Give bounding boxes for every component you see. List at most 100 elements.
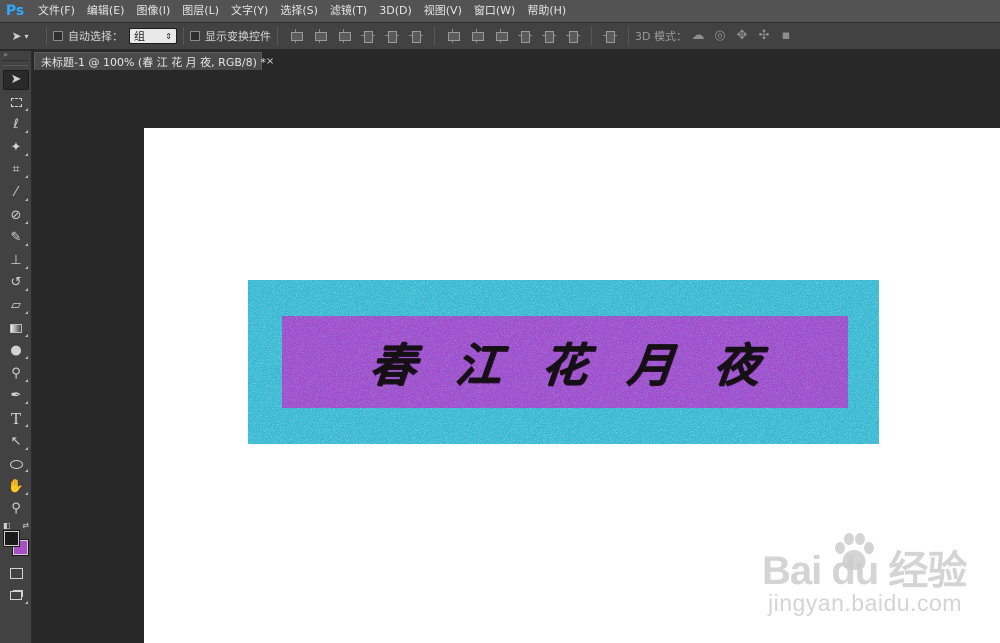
chevron-down-icon: ▾ xyxy=(24,31,29,41)
menu-image[interactable]: 图像(I) xyxy=(130,0,176,22)
stamp-icon: ⊥ xyxy=(10,252,22,268)
collapse-icon[interactable]: » xyxy=(0,51,31,59)
path-selection-tool[interactable]: ↖ xyxy=(3,432,29,452)
auto-select-dropdown[interactable]: 组 ⇕ xyxy=(129,28,177,44)
menu-filter[interactable]: 滤镜(T) xyxy=(324,0,373,22)
crop-tool[interactable]: ⌗ xyxy=(3,160,29,180)
menu-file[interactable]: 文件(F) xyxy=(38,0,81,22)
3d-roll-icon[interactable]: ◎ xyxy=(712,28,728,44)
healing-brush-tool[interactable]: ⊘ xyxy=(3,206,29,226)
divider xyxy=(591,27,592,45)
auto-select-label: 自动选择： xyxy=(68,30,123,43)
menu-type[interactable]: 文字(Y) xyxy=(225,0,274,22)
divider xyxy=(628,27,629,45)
clone-stamp-tool[interactable]: ⊥ xyxy=(3,251,29,271)
brush-icon: ✎ xyxy=(10,230,22,246)
banner-panel: 春 江 花 月 夜 xyxy=(282,316,848,408)
eyedropper-tool[interactable]: ⁄ xyxy=(3,183,29,203)
tool-preset-picker[interactable]: ➤ ▾ xyxy=(0,23,40,49)
ps-logo: Ps xyxy=(5,3,25,19)
distribute-right-icon[interactable] xyxy=(565,28,581,44)
watermark-url: jingyan.baidu.com xyxy=(768,590,962,616)
eraser-tool[interactable]: ▱ xyxy=(3,296,29,316)
options-bar: ➤ ▾ 自动选择： 组 ⇕ 显示变换控件 3D 模式： ☁ ◎ ✥ ✣ ▪ xyxy=(0,22,1000,50)
marquee-icon xyxy=(10,98,22,108)
menu-window[interactable]: 窗口(W) xyxy=(468,0,521,22)
menu-select[interactable]: 选择(S) xyxy=(274,0,324,22)
align-left-icon[interactable] xyxy=(360,28,376,44)
3d-mode-label: 3D 模式： xyxy=(635,30,687,43)
distribute-left-icon[interactable] xyxy=(517,28,533,44)
quick-mask-button[interactable] xyxy=(3,563,29,583)
title-char: 春 xyxy=(366,338,419,392)
move-tool[interactable]: ➤ xyxy=(3,70,29,90)
align-top-icon[interactable] xyxy=(288,28,304,44)
crop-icon: ⌗ xyxy=(12,162,20,178)
menu-bar: Ps 文件(F) 编辑(E) 图像(I) 图层(L) 文字(Y) 选择(S) 滤… xyxy=(0,0,1000,22)
magnifier-icon: ⚲ xyxy=(11,501,21,517)
divider xyxy=(46,27,47,45)
quick-mask-icon xyxy=(9,567,23,579)
menu-view[interactable]: 视图(V) xyxy=(418,0,468,22)
menu-edit[interactable]: 编辑(E) xyxy=(81,0,131,22)
shape-tool[interactable] xyxy=(3,454,29,474)
magic-wand-tool[interactable]: ✦ xyxy=(3,138,29,158)
history-brush-tool[interactable]: ↺ xyxy=(3,273,29,293)
banner-frame[interactable]: 春 江 花 月 夜 xyxy=(248,280,879,444)
3d-scale-icon[interactable]: ▪ xyxy=(778,28,794,44)
3d-rotate-icon[interactable]: ☁ xyxy=(690,28,706,44)
auto-select-checkbox[interactable] xyxy=(53,31,63,41)
dodge-tool[interactable]: ⚲ xyxy=(3,364,29,384)
distribute-hcenter-icon[interactable] xyxy=(541,28,557,44)
tools-panel: » ➤ ℓ ✦ ⌗ ⁄ ⊘ ✎ ⊥ ↺ ▱ ● ⚲ ✒ T ↖ ✋ ⚲ ◧ ⇄ xyxy=(0,51,32,643)
default-colors-icon[interactable]: ◧ xyxy=(3,521,11,530)
eraser-icon: ▱ xyxy=(11,297,21,313)
hand-tool[interactable]: ✋ xyxy=(3,477,29,497)
3d-slide-icon[interactable]: ✣ xyxy=(756,28,772,44)
lasso-tool[interactable]: ℓ xyxy=(3,115,29,135)
photoshop-window: Ps 文件(F) 编辑(E) 图像(I) 图层(L) 文字(Y) 选择(S) 滤… xyxy=(0,0,1000,643)
align-bottom-icon[interactable] xyxy=(336,28,352,44)
menu-items: 文件(F) 编辑(E) 图像(I) 图层(L) 文字(Y) 选择(S) 滤镜(T… xyxy=(38,0,572,22)
divider xyxy=(434,27,435,45)
screen-mode-button[interactable] xyxy=(3,586,29,606)
menu-help[interactable]: 帮助(H) xyxy=(521,0,572,22)
zoom-tool[interactable]: ⚲ xyxy=(3,499,29,519)
menu-3d[interactable]: 3D(D) xyxy=(373,0,418,22)
move-icon: ➤ xyxy=(11,29,22,43)
banner-title: 春 江 花 月 夜 xyxy=(366,329,763,395)
document-tab[interactable]: 未标题-1 @ 100% (春 江 花 月 夜, RGB/8) * × xyxy=(34,52,274,70)
type-tool[interactable]: T xyxy=(3,409,29,429)
align-vcenter-icon[interactable] xyxy=(312,28,328,44)
3d-drag-icon[interactable]: ✥ xyxy=(734,28,750,44)
marquee-tool[interactable] xyxy=(3,93,29,113)
hand-icon: ✋ xyxy=(7,478,25,494)
document-tab-title: 未标题-1 @ 100% (春 江 花 月 夜, RGB/8) * xyxy=(41,55,266,69)
align-hcenter-icon[interactable] xyxy=(384,28,400,44)
foreground-color-swatch[interactable] xyxy=(3,530,20,548)
title-char: 花 xyxy=(538,338,591,392)
brush-tool[interactable]: ✎ xyxy=(3,228,29,248)
menu-layer[interactable]: 图层(L) xyxy=(176,0,225,22)
distribute-bottom-icon[interactable] xyxy=(493,28,509,44)
auto-align-layers-icon[interactable] xyxy=(602,28,618,44)
pen-icon: ✒ xyxy=(10,388,22,404)
blur-tool[interactable]: ● xyxy=(3,341,29,361)
align-right-icon[interactable] xyxy=(408,28,424,44)
pen-tool[interactable]: ✒ xyxy=(3,386,29,406)
color-swatches: ◧ ⇄ xyxy=(3,521,29,563)
eyedropper-icon: ⁄ xyxy=(14,184,18,200)
distribute-top-icon[interactable] xyxy=(445,28,461,44)
gradient-tool[interactable] xyxy=(3,319,29,339)
updown-icon: ⇕ xyxy=(165,31,172,41)
show-transform-checkbox[interactable] xyxy=(190,31,200,41)
title-char: 夜 xyxy=(710,338,763,392)
history-brush-icon: ↺ xyxy=(10,275,22,291)
distribute-vcenter-icon[interactable] xyxy=(469,28,485,44)
close-icon[interactable]: × xyxy=(266,56,274,67)
title-char: 江 xyxy=(452,338,505,392)
type-icon: T xyxy=(10,409,21,428)
lasso-icon: ℓ xyxy=(13,117,19,133)
swap-colors-icon[interactable]: ⇄ xyxy=(22,521,29,530)
panel-drag-handle[interactable] xyxy=(3,60,28,66)
